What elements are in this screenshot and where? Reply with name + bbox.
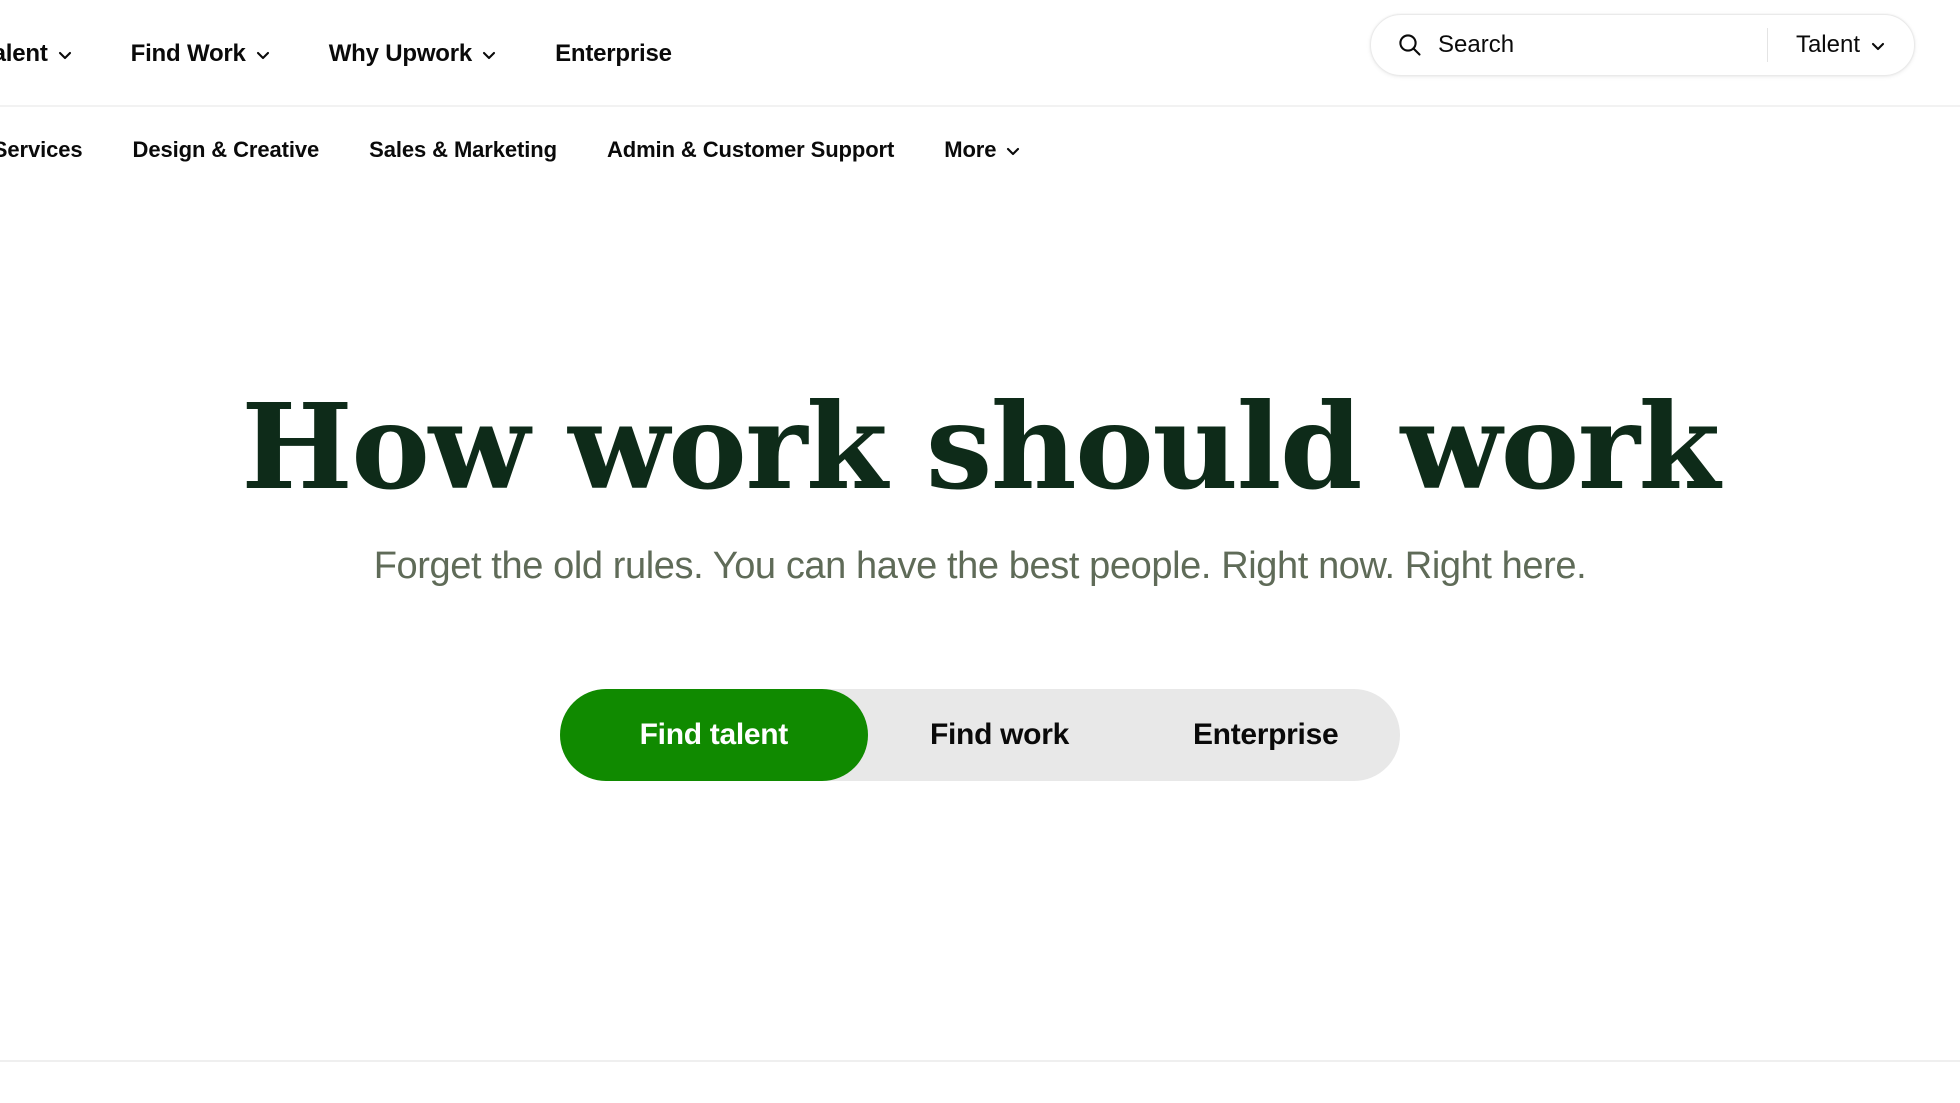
- category-item-more[interactable]: More: [919, 137, 1046, 163]
- category-navigation-bar: AI Services Design & Creative Sales & Ma…: [0, 107, 1960, 192]
- search-scope-dropdown[interactable]: Talent: [1768, 31, 1914, 59]
- search-bar[interactable]: Talent: [1370, 14, 1915, 76]
- category-item-ai-services[interactable]: AI Services: [0, 137, 108, 163]
- page-title: How work should work: [241, 377, 1720, 516]
- chevron-down-icon: [57, 47, 73, 63]
- nav-item-find-work[interactable]: Find Work: [102, 40, 300, 68]
- search-scope-label: Talent: [1795, 31, 1860, 58]
- category-item-design-creative[interactable]: Design & Creative: [108, 137, 345, 163]
- chevron-down-icon: [255, 47, 271, 63]
- chevron-down-icon: [481, 47, 497, 63]
- category-item-label: More: [944, 136, 997, 162]
- nav-item-label: d Talent: [0, 39, 48, 67]
- nav-item-label: Why Upwork: [328, 39, 473, 67]
- primary-navigation-bar: d Talent Find Work Why Upwork Enterprise: [0, 0, 1960, 107]
- search-icon: [1397, 32, 1423, 58]
- section-divider: [0, 1060, 1960, 1062]
- category-item-label: Admin & Customer Support: [606, 136, 895, 162]
- nav-item-label: Find Work: [130, 39, 246, 67]
- nav-item-label: Enterprise: [555, 39, 672, 67]
- segment-find-work[interactable]: Find work: [868, 689, 1131, 781]
- category-item-label: Sales & Marketing: [369, 136, 557, 162]
- category-item-label: Design & Creative: [132, 136, 320, 162]
- primary-nav-links: d Talent Find Work Why Upwork Enterprise: [0, 0, 701, 107]
- nav-item-enterprise[interactable]: Enterprise: [526, 40, 701, 68]
- category-item-label: AI Services: [0, 136, 83, 162]
- hero-section: How work should work Forget the old rule…: [0, 192, 1960, 1060]
- page-root: d Talent Find Work Why Upwork Enterprise: [0, 0, 1960, 1103]
- category-nav-links: AI Services Design & Creative Sales & Ma…: [0, 107, 1046, 192]
- chevron-down-icon: [1870, 38, 1886, 54]
- audience-segmented-control: Find talent Find work Enterprise: [559, 689, 1401, 782]
- search-input[interactable]: [1438, 25, 1767, 65]
- nav-item-why-upwork[interactable]: Why Upwork: [300, 40, 526, 68]
- segment-enterprise[interactable]: Enterprise: [1131, 689, 1400, 781]
- nav-item-find-talent[interactable]: d Talent: [0, 40, 102, 68]
- category-item-sales-marketing[interactable]: Sales & Marketing: [344, 137, 582, 163]
- hero-subtitle: Forget the old rules. You can have the b…: [373, 545, 1587, 588]
- segment-find-talent[interactable]: Find talent: [559, 689, 868, 782]
- chevron-down-icon: [1005, 143, 1021, 159]
- category-item-admin-customer-support[interactable]: Admin & Customer Support: [582, 137, 919, 163]
